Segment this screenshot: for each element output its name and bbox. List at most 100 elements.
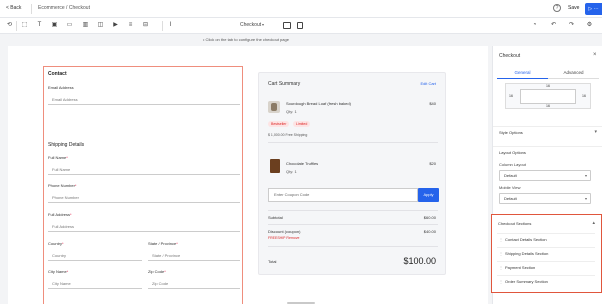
container-icon[interactable]: ◫	[97, 22, 104, 29]
phone-field[interactable]: Phone Number	[48, 192, 240, 203]
total-value: $100.00	[403, 256, 436, 266]
checkout-sections-heading: Checkout Sections	[498, 221, 532, 226]
item-price: $40	[429, 101, 436, 106]
chevron-down-icon: ▾	[584, 196, 587, 201]
zip-field[interactable]: Zip Code	[148, 278, 240, 289]
drag-handle-icon[interactable]: ⋮	[499, 234, 503, 245]
tablet-view-icon[interactable]	[297, 22, 303, 29]
toolbar: ⟲ ⬚ T ▣ ▭ ▥ ◫ ▶ ≡ ⊟ I Checkout ▾ ◔ ↶ ↷ ⚙	[0, 18, 602, 34]
coupon-input[interactable]: Enter Coupon Code	[268, 188, 418, 202]
product-thumbnail	[268, 101, 280, 113]
state-field[interactable]: State / Province	[148, 250, 240, 261]
section-item-label: Shipping Details Section	[505, 251, 549, 256]
divider	[31, 4, 32, 14]
discount-label: Discount (coupon)	[268, 229, 301, 234]
tab-general[interactable]: General	[497, 68, 548, 79]
breadcrumb[interactable]: Ecommerce / Checkout	[38, 5, 90, 11]
divider-icon[interactable]: ≡	[127, 22, 134, 29]
address-field[interactable]: Full Address	[48, 221, 240, 232]
drag-handle-icon[interactable]: ⋮	[499, 248, 503, 259]
column-layout-select[interactable]: Default ▾	[499, 170, 591, 181]
item-name: Chocolate Truffles	[286, 161, 319, 166]
slider-icon[interactable]: ⊟	[142, 22, 149, 29]
settings-icon[interactable]: ⚙	[586, 22, 593, 29]
spacing-bottom[interactable]: 16	[546, 104, 550, 108]
spacing-top[interactable]: 16	[546, 84, 550, 88]
redo-icon[interactable]: ↷	[568, 22, 575, 29]
section-item-shipping[interactable]: ⋮ Shipping Details Section	[497, 247, 595, 258]
edit-cart-link[interactable]: Edit Cart	[420, 81, 436, 86]
section-item-order-summary[interactable]: ⋮ Order Summary Section	[497, 275, 595, 286]
drag-handle-icon[interactable]: ⋮	[499, 276, 503, 287]
item-name: Sourdough Bread Loaf (fresh baked)	[286, 101, 351, 106]
section-item-label: Contact Details Section	[505, 237, 547, 242]
divider	[268, 246, 438, 247]
select-value: Default	[504, 196, 517, 201]
full-name-label: Full Name*	[48, 155, 68, 160]
item-qty: Qty: 1	[286, 169, 297, 174]
cart-summary-heading: Cart Summary	[268, 81, 301, 87]
divider	[162, 21, 163, 31]
section-item-payment[interactable]: ⋮ Payment Section	[497, 261, 595, 272]
city-field[interactable]: City Name	[48, 278, 142, 289]
state-label: State / Province*	[148, 241, 178, 246]
section-label: Style Options	[499, 130, 523, 135]
discount-value: $40.00	[423, 229, 436, 234]
help-icon[interactable]: ?	[553, 4, 561, 12]
undo-icon[interactable]: ↶	[550, 22, 557, 29]
subtotal-label: Subtotal	[268, 215, 283, 220]
spacing-left[interactable]: 16	[509, 94, 513, 98]
layout-options-section[interactable]: Layout Options	[493, 146, 602, 157]
chevron-down-icon: ▾	[584, 173, 587, 178]
divider	[268, 224, 438, 225]
save-button[interactable]: Save	[568, 5, 579, 11]
tab-advanced[interactable]: Advanced	[548, 68, 599, 79]
text-cursor-icon[interactable]: I	[167, 22, 174, 29]
back-button[interactable]: < Back	[6, 5, 21, 11]
apply-coupon-button[interactable]: Apply	[418, 188, 439, 202]
text-icon[interactable]: T	[36, 22, 43, 29]
item-qty: Qty: 1	[286, 109, 297, 114]
spacing-box-model[interactable]: 16 16 16 16	[505, 83, 591, 109]
email-field[interactable]: Email Address	[48, 94, 240, 105]
drag-handle-icon[interactable]: ⋮	[499, 262, 503, 273]
top-bar: < Back Ecommerce / Checkout ? Save ▷ ···	[0, 0, 602, 18]
column-layout-label: Column Layout	[499, 162, 526, 167]
button-icon[interactable]: ▭	[66, 22, 73, 29]
item-note: $ 1,000.00 Free Shipping	[268, 133, 308, 137]
frame-icon[interactable]: ⬚	[21, 22, 28, 29]
page-canvas: Contact Email Address Email Address Ship…	[8, 46, 488, 304]
panel-tabs: General Advanced	[497, 68, 599, 79]
city-label: City Name*	[48, 269, 69, 274]
chevron-down-icon[interactable]: ▾	[262, 22, 264, 27]
video-icon[interactable]: ▶	[112, 22, 119, 29]
total-label: Total	[268, 259, 277, 264]
desktop-view-icon[interactable]	[283, 22, 291, 29]
undo-history-icon[interactable]: ⟲	[6, 22, 13, 29]
section-item-label: Order Summary Section	[505, 279, 548, 284]
section-item-contact[interactable]: ⋮ Contact Details Section	[497, 233, 595, 244]
mobile-view-select[interactable]: Default ▾	[499, 193, 591, 204]
divider	[268, 142, 438, 143]
spacing-right[interactable]: 16	[582, 94, 586, 98]
layout-select[interactable]: Checkout	[240, 22, 261, 28]
country-field[interactable]: Country	[48, 250, 142, 261]
checkout-form[interactable]: Contact Email Address Email Address Ship…	[43, 66, 243, 304]
chevron-up-icon[interactable]: ▴	[592, 220, 595, 226]
discount-note[interactable]: FREESHIP Remove	[268, 236, 299, 240]
layout-icon[interactable]: ▥	[82, 22, 89, 29]
zip-label: Zip Code*	[148, 269, 166, 274]
contact-heading: Contact	[48, 71, 67, 77]
full-name-field[interactable]: Full Name	[48, 164, 240, 175]
subtotal-value: $60.00	[423, 215, 436, 220]
country-label: Country*	[48, 241, 64, 246]
close-icon[interactable]: ×	[593, 52, 597, 58]
editor-notice: • Click on the tab to configure the chec…	[203, 37, 289, 42]
chevron-down-icon: ▾	[594, 129, 597, 135]
image-icon[interactable]: ▣	[51, 22, 58, 29]
email-label: Email Address	[48, 85, 74, 90]
style-options-section[interactable]: Style Options ▾	[493, 126, 602, 137]
history-icon[interactable]: ◔	[531, 22, 538, 29]
publish-button[interactable]: ▷ ···	[585, 3, 602, 15]
divider	[16, 21, 17, 31]
